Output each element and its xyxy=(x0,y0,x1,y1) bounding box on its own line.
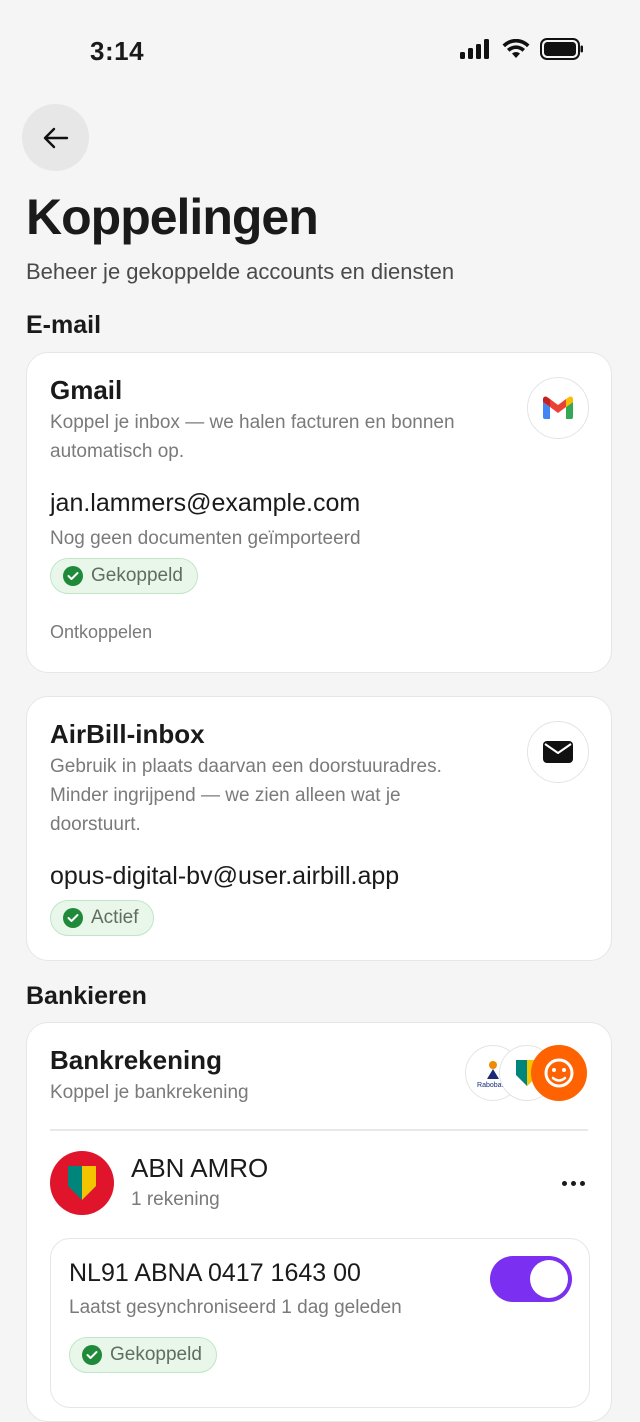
status-time: 3:14 xyxy=(90,36,145,66)
disconnect-gmail-button[interactable]: Ontkoppelen xyxy=(50,622,152,643)
page-title: Koppelingen xyxy=(26,189,319,245)
check-circle-icon xyxy=(63,908,83,928)
bank-badge-label: Gekoppeld xyxy=(110,1344,202,1365)
wifi-icon xyxy=(502,39,530,58)
airbill-description-line1: Gebruik in plaats daarvan een doorstuura… xyxy=(50,756,442,777)
airbill-status-badge: Actief xyxy=(50,900,154,936)
gmail-account-email: jan.lammers@example.com xyxy=(50,489,361,517)
status-bar: 3:14 xyxy=(0,0,640,100)
account-sync-toggle[interactable] xyxy=(490,1256,572,1302)
gmail-card: Gmail Koppel je inbox — we halen facture… xyxy=(26,352,612,673)
bank-status-badge: Gekoppeld xyxy=(69,1337,217,1373)
gmail-icon xyxy=(543,396,573,419)
toggle-knob xyxy=(530,1260,568,1298)
gmail-import-status: Nog geen documenten geïmporteerd xyxy=(50,528,361,549)
airbill-title: AirBill-inbox xyxy=(50,719,205,749)
airbill-badge-label: Actief xyxy=(91,907,139,928)
bank-account-card: Bankrekening Koppel je bankrekening Rabo… xyxy=(26,1022,612,1422)
cellular-signal-icon xyxy=(460,39,489,59)
airbill-logo xyxy=(527,721,589,783)
bank-name: ABN AMRO xyxy=(131,1153,269,1183)
bank-card-title: Bankrekening xyxy=(50,1045,222,1075)
abn-amro-shield-icon xyxy=(68,1166,96,1200)
gmail-badge-label: Gekoppeld xyxy=(91,565,183,586)
bank-card-divider xyxy=(50,1129,588,1131)
page-subtitle: Beheer je gekoppelde accounts en dienste… xyxy=(26,259,455,284)
iban-number: NL91 ABNA 0417 1643 00 xyxy=(69,1259,361,1287)
section-title-email: E-mail xyxy=(26,311,102,339)
check-circle-icon xyxy=(82,1345,102,1365)
gmail-status-badge: Gekoppeld xyxy=(50,558,198,594)
bank-card-subtitle: Koppel je bankrekening xyxy=(50,1082,249,1103)
check-circle-icon xyxy=(63,566,83,586)
bank-logos: Rabobank xyxy=(465,1045,589,1103)
airbill-forward-address: opus-digital-bv@user.airbill.app xyxy=(50,862,400,890)
sync-status: Laatst gesynchroniseerd 1 dag geleden xyxy=(69,1297,402,1318)
airbill-description-line3: doorstuurt. xyxy=(50,814,141,835)
status-icons xyxy=(460,38,584,60)
airbill-description-line2: Minder ingrijpend — we zien alleen wat j… xyxy=(50,785,401,806)
abn-amro-logo xyxy=(50,1151,114,1215)
ing-lion-icon xyxy=(544,1058,574,1088)
bank-accounts-count: 1 rekening xyxy=(131,1189,220,1210)
back-button[interactable] xyxy=(22,104,89,171)
section-title-banking: Bankieren xyxy=(26,982,147,1010)
iban-account-card: NL91 ABNA 0417 1643 00 Laatst gesynchron… xyxy=(50,1238,590,1408)
bank-more-options-button[interactable] xyxy=(555,1165,591,1201)
arrow-left-icon xyxy=(43,127,68,148)
battery-icon xyxy=(540,38,583,60)
gmail-description-line1: Koppel je inbox — we halen facturen en b… xyxy=(50,412,455,433)
airbill-card: AirBill-inbox Gebruik in plaats daarvan … xyxy=(26,696,612,961)
ing-logo xyxy=(531,1045,587,1101)
more-dot-icon xyxy=(561,1180,567,1186)
gmail-description-line2: automatisch op. xyxy=(50,441,185,462)
envelope-icon xyxy=(543,741,573,763)
more-dot-icon xyxy=(579,1180,585,1186)
gmail-title: Gmail xyxy=(50,375,123,405)
gmail-logo xyxy=(527,377,589,439)
more-dot-icon xyxy=(570,1180,576,1186)
